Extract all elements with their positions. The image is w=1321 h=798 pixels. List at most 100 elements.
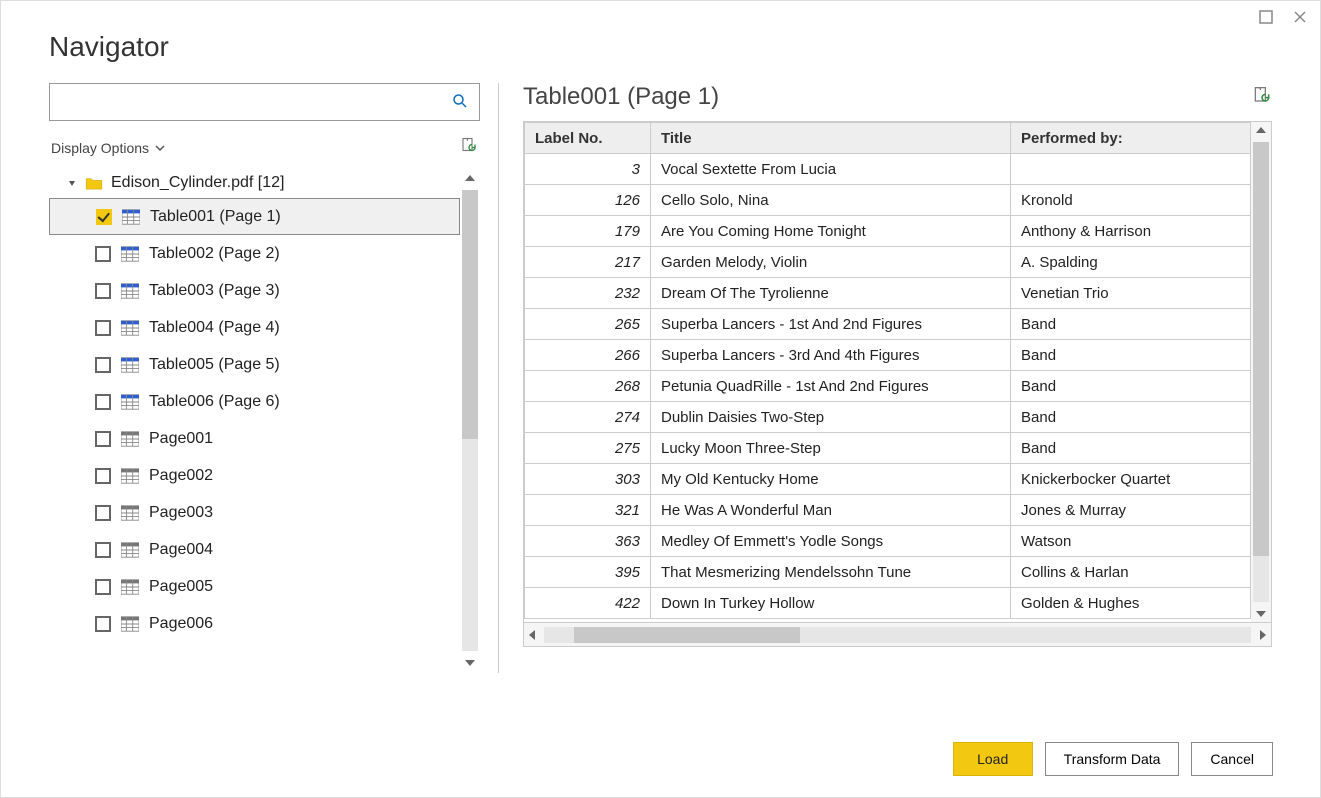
column-header[interactable]: Title	[651, 123, 1011, 154]
cell-performed-by: Jones & Murray	[1011, 495, 1251, 526]
table-row[interactable]: 266Superba Lancers - 3rd And 4th Figures…	[525, 340, 1251, 371]
tree-item[interactable]: Table003 (Page 3)	[49, 272, 460, 309]
page-icon	[121, 431, 139, 447]
checkbox[interactable]	[95, 357, 111, 373]
table-row[interactable]: 274Dublin Daisies Two-StepBand	[525, 402, 1251, 433]
checkbox[interactable]	[95, 616, 111, 632]
tree-item-label: Table001 (Page 1)	[150, 208, 281, 226]
cell-title: Vocal Sextette From Lucia	[651, 154, 1011, 185]
cell-performed-by: Venetian Trio	[1011, 278, 1251, 309]
checkbox[interactable]	[95, 579, 111, 595]
cell-performed-by: Golden & Hughes	[1011, 588, 1251, 619]
cell-performed-by	[1011, 154, 1251, 185]
tree-item[interactable]: Table005 (Page 5)	[49, 346, 460, 383]
search-input[interactable]	[60, 93, 451, 111]
dialog-footer: Load Transform Data Cancel	[953, 742, 1273, 776]
table-row[interactable]: 3Vocal Sextette From Lucia	[525, 154, 1251, 185]
cell-title: Superba Lancers - 3rd And 4th Figures	[651, 340, 1011, 371]
refresh-preview-icon[interactable]	[1252, 86, 1272, 109]
checkbox[interactable]	[95, 505, 111, 521]
tree-item[interactable]: Page004	[49, 531, 460, 568]
cell-performed-by: Band	[1011, 309, 1251, 340]
table-row[interactable]: 303My Old Kentucky HomeKnickerbocker Qua…	[525, 464, 1251, 495]
preview-grid: Label No. Title Performed by: 3Vocal Sex…	[523, 121, 1272, 623]
tree-item[interactable]: Table002 (Page 2)	[49, 235, 460, 272]
grid-horizontal-scrollbar[interactable]	[523, 623, 1272, 647]
table-row[interactable]: 363Medley Of Emmett's Yodle SongsWatson	[525, 526, 1251, 557]
collapse-icon[interactable]	[67, 178, 77, 188]
load-button[interactable]: Load	[953, 742, 1033, 776]
grid-hscroll-thumb[interactable]	[544, 627, 1251, 643]
cell-label-no: 275	[525, 433, 651, 464]
scroll-down-icon[interactable]	[1253, 606, 1269, 622]
checkbox[interactable]	[95, 468, 111, 484]
table-row[interactable]: 217Garden Melody, ViolinA. Spalding	[525, 247, 1251, 278]
table-row[interactable]: 395That Mesmerizing Mendelssohn TuneColl…	[525, 557, 1251, 588]
tree-item[interactable]: Table006 (Page 6)	[49, 383, 460, 420]
tree-item[interactable]: Page003	[49, 494, 460, 531]
tree-item[interactable]: Table004 (Page 4)	[49, 309, 460, 346]
tree-scrollbar-thumb[interactable]	[462, 190, 478, 651]
checkbox[interactable]	[95, 542, 111, 558]
scroll-right-icon[interactable]	[1255, 627, 1271, 643]
table-row[interactable]: 232Dream Of The TyrolienneVenetian Trio	[525, 278, 1251, 309]
checkbox[interactable]	[95, 320, 111, 336]
tree-item-label: Table002 (Page 2)	[149, 245, 280, 263]
preview-pane: Table001 (Page 1) Label No. Title Perfor…	[523, 83, 1272, 673]
checkbox[interactable]	[96, 209, 112, 225]
cell-title: Cello Solo, Nina	[651, 185, 1011, 216]
tree-item[interactable]: Table001 (Page 1)	[49, 198, 460, 235]
display-options-dropdown[interactable]: Display Options	[51, 140, 165, 156]
tree-item[interactable]: Page006	[49, 605, 460, 642]
refresh-tree-icon[interactable]	[460, 137, 478, 158]
cell-performed-by: Kronold	[1011, 185, 1251, 216]
navigator-tree-pane: Display Options Edison_Cylinder.pdf [12]…	[49, 83, 499, 673]
grid-vscroll-thumb[interactable]	[1253, 142, 1269, 602]
table-icon	[121, 357, 139, 373]
table-row[interactable]: 422Down In Turkey HollowGolden & Hughes	[525, 588, 1251, 619]
close-icon[interactable]	[1292, 9, 1308, 25]
scroll-down-icon[interactable]	[462, 655, 478, 671]
cell-label-no: 126	[525, 185, 651, 216]
scroll-up-icon[interactable]	[1253, 122, 1269, 138]
table-row[interactable]: 321He Was A Wonderful ManJones & Murray	[525, 495, 1251, 526]
cell-title: Are You Coming Home Tonight	[651, 216, 1011, 247]
maximize-icon[interactable]	[1258, 9, 1274, 25]
checkbox[interactable]	[95, 394, 111, 410]
checkbox[interactable]	[95, 431, 111, 447]
table-header-row: Label No. Title Performed by:	[525, 123, 1251, 154]
preview-title: Table001 (Page 1)	[523, 83, 719, 111]
cell-label-no: 179	[525, 216, 651, 247]
cell-label-no: 232	[525, 278, 651, 309]
column-header[interactable]: Performed by:	[1011, 123, 1251, 154]
cell-title: Garden Melody, Violin	[651, 247, 1011, 278]
grid-vertical-scrollbar[interactable]	[1251, 122, 1271, 622]
transform-data-button[interactable]: Transform Data	[1045, 742, 1180, 776]
scroll-left-icon[interactable]	[524, 627, 540, 643]
tree-root[interactable]: Edison_Cylinder.pdf [12]	[49, 168, 460, 198]
tree-item[interactable]: Page005	[49, 568, 460, 605]
tree-item-label: Page002	[149, 467, 213, 485]
table-row[interactable]: 265Superba Lancers - 1st And 2nd Figures…	[525, 309, 1251, 340]
tree-scrollbar[interactable]	[460, 168, 480, 673]
table-icon	[121, 320, 139, 336]
tree-item-label: Table003 (Page 3)	[149, 282, 280, 300]
table-row[interactable]: 268Petunia QuadRille - 1st And 2nd Figur…	[525, 371, 1251, 402]
column-header[interactable]: Label No.	[525, 123, 651, 154]
cell-performed-by: Knickerbocker Quartet	[1011, 464, 1251, 495]
cell-title: Dream Of The Tyrolienne	[651, 278, 1011, 309]
table-row[interactable]: 179Are You Coming Home TonightAnthony & …	[525, 216, 1251, 247]
table-icon	[122, 209, 140, 225]
search-icon[interactable]	[451, 92, 469, 113]
table-row[interactable]: 126Cello Solo, NinaKronold	[525, 185, 1251, 216]
table-row[interactable]: 275Lucky Moon Three-StepBand	[525, 433, 1251, 464]
scroll-up-icon[interactable]	[462, 170, 478, 186]
cancel-button[interactable]: Cancel	[1191, 742, 1273, 776]
tree-item[interactable]: Page001	[49, 420, 460, 457]
checkbox[interactable]	[95, 246, 111, 262]
cell-label-no: 363	[525, 526, 651, 557]
cell-label-no: 266	[525, 340, 651, 371]
search-input-container[interactable]	[49, 83, 480, 121]
checkbox[interactable]	[95, 283, 111, 299]
tree-item[interactable]: Page002	[49, 457, 460, 494]
